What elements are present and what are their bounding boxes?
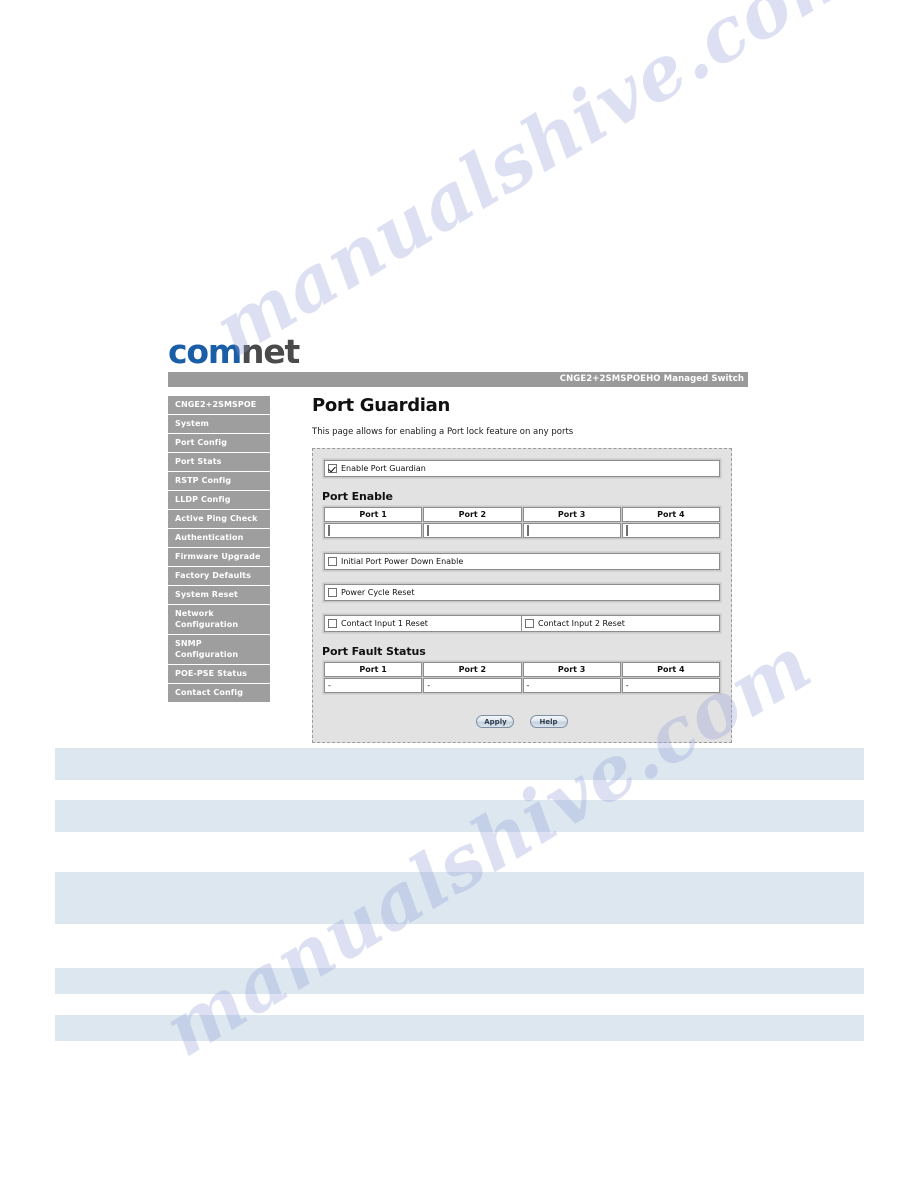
device-titlebar: CNGE2+2SMSPOEHO Managed Switch: [168, 372, 748, 387]
port-fault-value-4: -: [621, 678, 720, 693]
port-enable-header-4: Port 4: [621, 507, 720, 522]
sidebar-item-label: Authentication: [175, 533, 244, 542]
port-enable-header-1: Port 1: [324, 507, 423, 522]
apply-button[interactable]: Apply: [476, 715, 515, 728]
sidebar-item-poe-pse-status[interactable]: POE-PSE Status: [168, 665, 270, 684]
port-enable-cell-4[interactable]: [621, 523, 720, 538]
power-cycle-reset-label: Power Cycle Reset: [341, 588, 415, 597]
sidebar-item-label: System: [175, 419, 209, 428]
form-action-buttons: Apply Help: [322, 709, 722, 728]
sidebar-item-lldp-config[interactable]: LLDP Config: [168, 491, 270, 510]
contact-input-2-reset-cell[interactable]: Contact Input 2 Reset: [522, 616, 719, 631]
sidebar-item-port-config[interactable]: Port Config: [168, 434, 270, 453]
contact-inputs-box: Contact Input 1 Reset Contact Input 2 Res…: [322, 613, 722, 634]
sidebar-item-label: Contact Config: [175, 688, 244, 697]
sidebar-item-authentication[interactable]: Authentication: [168, 529, 270, 548]
sidebar-item-factory-defaults[interactable]: Factory Defaults: [168, 567, 270, 586]
help-button[interactable]: Help: [529, 715, 568, 728]
sidebar-item-system[interactable]: System: [168, 415, 270, 434]
redacted-text-band-2: [55, 800, 864, 832]
watermark-text-top: manualshive.com: [200, 0, 877, 374]
initial-power-down-row[interactable]: Initial Port Power Down Enable: [325, 554, 719, 569]
enable-port-guardian-checkbox[interactable]: [328, 464, 337, 473]
port-fault-value-row: ----: [324, 678, 720, 693]
sidebar-item-label: Active Ping Check: [175, 514, 258, 523]
port-fault-header-4: Port 4: [621, 662, 720, 677]
port-enable-header-3: Port 3: [522, 507, 621, 522]
contact-inputs-row: Contact Input 1 Reset Contact Input 2 Res…: [325, 616, 719, 631]
redacted-text-band-4: [55, 968, 864, 994]
page-title: Port Guardian: [312, 395, 451, 416]
enable-port-guardian-row[interactable]: Enable Port Guardian: [325, 461, 719, 476]
port-enable-checkbox-1[interactable]: [328, 525, 330, 536]
sidebar-item-system-reset[interactable]: System Reset: [168, 586, 270, 605]
port-fault-value-2: -: [423, 678, 522, 693]
sidebar-item-label: RSTP Config: [175, 476, 232, 485]
sidebar-item-label: Network Configuration: [175, 609, 239, 629]
port-fault-value-1: -: [324, 678, 423, 693]
initial-power-down-label: Initial Port Power Down Enable: [341, 557, 464, 566]
port-fault-status-table: Port 1 Port 2 Port 3 Port 4 ----: [322, 660, 722, 695]
port-enable-checkbox-3[interactable]: [526, 525, 529, 536]
contact-input-1-reset-checkbox[interactable]: [328, 619, 337, 628]
sidebar-item-contact-config[interactable]: Contact Config: [168, 684, 270, 703]
power-cycle-reset-box: Power Cycle Reset: [322, 582, 722, 603]
comnet-logo: comnet: [168, 334, 748, 370]
switch-web-ui: comnet CNGE2+2SMSPOEHO Managed Switch CN…: [168, 332, 748, 743]
contact-input-2-reset-label: Contact Input 2 Reset: [538, 619, 625, 628]
redacted-text-band-5: [55, 1015, 864, 1041]
contact-input-1-reset-cell[interactable]: Contact Input 1 Reset: [325, 616, 522, 631]
sidebar-item-label: Firmware Upgrade: [175, 552, 261, 561]
port-enable-checkbox-row: [324, 523, 720, 538]
initial-power-down-box: Initial Port Power Down Enable: [322, 551, 722, 572]
port-fault-status-section-title: Port Fault Status: [322, 645, 426, 658]
redacted-text-band-1: [55, 748, 864, 780]
port-fault-header-row: Port 1 Port 2 Port 3 Port 4: [324, 662, 720, 677]
contact-input-1-reset-label: Contact Input 1 Reset: [341, 619, 428, 628]
port-enable-checkbox-4[interactable]: [625, 525, 628, 536]
power-cycle-reset-row[interactable]: Power Cycle Reset: [325, 585, 719, 600]
sidebar-item-cnge2-2smspoe[interactable]: CNGE2+2SMSPOE: [168, 396, 270, 415]
port-fault-header-3: Port 3: [522, 662, 621, 677]
sidebar-item-label: Port Stats: [175, 457, 222, 466]
brand-logo: comnet: [168, 332, 748, 372]
sidebar-item-firmware-upgrade[interactable]: Firmware Upgrade: [168, 548, 270, 567]
port-fault-header-2: Port 2: [423, 662, 522, 677]
main-content-area: Port Guardian This page allows for enabl…: [270, 396, 748, 743]
port-enable-cell-3[interactable]: [522, 523, 621, 538]
port-enable-checkbox-2[interactable]: [427, 525, 430, 536]
sidebar-item-label: LLDP Config: [175, 495, 231, 504]
port-fault-value-3: -: [522, 678, 621, 693]
sidebar-item-network-configuration[interactable]: Network Configuration: [168, 605, 270, 635]
contact-input-2-reset-checkbox[interactable]: [525, 619, 534, 628]
port-enable-section-title: Port Enable: [322, 490, 393, 503]
port-guardian-form-panel: Enable Port Guardian Port Enable Port 1P…: [312, 448, 732, 743]
enable-port-guardian-box: Enable Port Guardian: [322, 458, 722, 479]
power-cycle-reset-checkbox[interactable]: [328, 588, 337, 597]
sidebar-item-label: System Reset: [175, 590, 238, 599]
sidebar-item-label: Factory Defaults: [175, 571, 251, 580]
initial-power-down-checkbox[interactable]: [328, 557, 337, 566]
sidebar-item-snmp-configuration[interactable]: SNMP Configuration: [168, 635, 270, 665]
port-enable-cell-2[interactable]: [423, 523, 522, 538]
sidebar-item-port-stats[interactable]: Port Stats: [168, 453, 270, 472]
enable-port-guardian-label: Enable Port Guardian: [341, 464, 426, 473]
port-enable-table: Port 1 Port 2 Port 3 Port 4: [322, 505, 722, 540]
port-fault-header-1: Port 1: [324, 662, 423, 677]
sidebar-item-rstp-config[interactable]: RSTP Config: [168, 472, 270, 491]
logo-com-text: com: [168, 332, 242, 371]
sidebar-item-label: SNMP Configuration: [175, 639, 239, 659]
sidebar-item-label: Port Config: [175, 438, 228, 447]
port-enable-header-row: Port 1 Port 2 Port 3 Port 4: [324, 507, 720, 522]
sidebar-item-active-ping-check[interactable]: Active Ping Check: [168, 510, 270, 529]
port-enable-cell-1[interactable]: [324, 523, 423, 538]
sidebar-item-label: POE-PSE Status: [175, 669, 247, 678]
main-navigation-sidebar: CNGE2+2SMSPOE System Port Config Port Stats…: [168, 396, 270, 703]
port-enable-header-2: Port 2: [423, 507, 522, 522]
logo-net-text: net: [241, 332, 300, 371]
sidebar-item-label: CNGE2+2SMSPOE: [175, 400, 257, 409]
page-description: This page allows for enabling a Port loc…: [312, 427, 574, 437]
redacted-text-band-3: [55, 872, 864, 924]
